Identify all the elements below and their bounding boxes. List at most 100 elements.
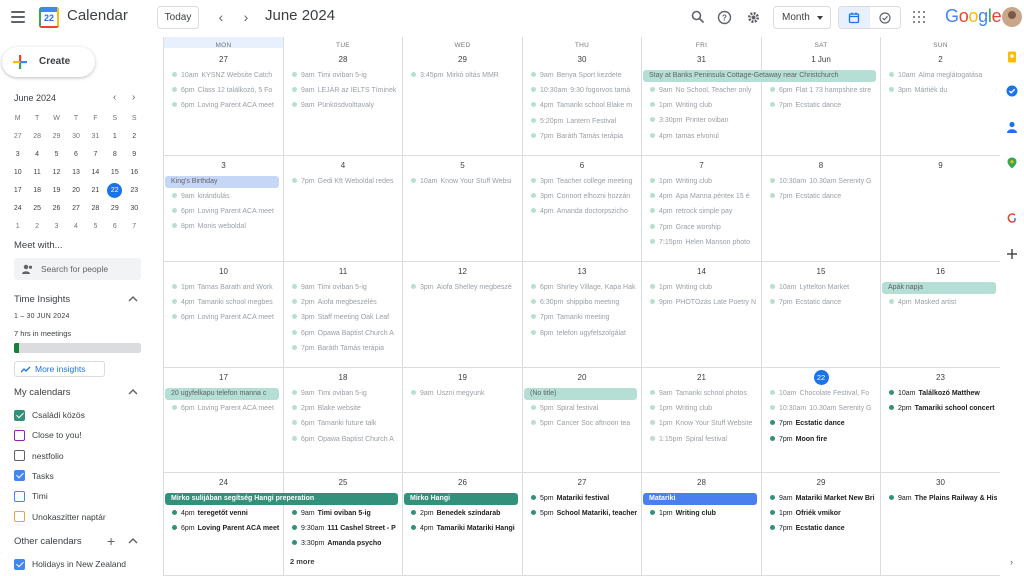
day-number[interactable]: 29 — [762, 478, 880, 487]
event-item[interactable]: 10am Know Your Stuff Websi — [411, 176, 519, 188]
event-item[interactable]: 2pm Benedek színdarab — [411, 508, 519, 520]
day-cell[interactable]: 12 3pm Aiofa Shelley megbeszé — [403, 262, 523, 367]
day-number[interactable]: 10 — [164, 267, 283, 276]
event-item[interactable]: 5:20pm Lantern Festival — [531, 116, 638, 128]
event-item[interactable]: 9am Timi oviban 5-ig — [292, 388, 399, 400]
all-day-event[interactable]: King's Birthday — [165, 176, 279, 188]
day-number[interactable]: 12 — [403, 267, 522, 276]
event-item[interactable]: 9am Tamariki school photos — [650, 388, 758, 400]
mini-day[interactable]: 10 — [8, 164, 27, 182]
mini-day[interactable]: 30 — [125, 200, 144, 218]
event-item[interactable]: 5pm Cancer Soc aftnoon tea — [531, 418, 638, 430]
checkbox-checked-icon[interactable] — [14, 409, 25, 421]
day-number[interactable]: 8 — [762, 161, 880, 170]
mini-day[interactable]: 29 — [47, 128, 66, 146]
event-item[interactable]: 1pm Tamas Barath and Work — [172, 282, 280, 294]
day-cell[interactable]: 4 7pm Gedi Kft Weboldal redes — [284, 156, 403, 261]
mini-day[interactable]: 7 — [125, 218, 144, 236]
calendar-item[interactable]: nestfolio — [14, 449, 64, 463]
event-item[interactable]: 1pm Writing club — [650, 100, 758, 112]
day-cell[interactable]: 25 9am Timi oviban 5-ig 9:30am 111 Cashel St… — [284, 473, 403, 575]
event-item[interactable]: 6pm Loving Parent ACA meet — [172, 312, 280, 324]
event-item[interactable]: 4pm teregetőt venni — [172, 508, 280, 520]
chevron-right-icon[interactable]: › — [1010, 557, 1013, 567]
mini-day[interactable]: 27 — [8, 128, 27, 146]
mini-day[interactable]: 5 — [86, 218, 105, 236]
event-item[interactable]: 8pm Monis weboldal — [172, 221, 280, 233]
event-item[interactable]: 9am Timi oviban 5-ig — [292, 508, 399, 520]
tasks-view-button[interactable] — [870, 7, 901, 28]
event-item[interactable]: 9am LEJÁR az IELTS Tíminek — [292, 85, 399, 97]
addon-icon[interactable] — [1006, 211, 1018, 223]
all-day-event[interactable]: 20 ugyfelkapu telefon manna c — [165, 388, 279, 400]
day-cell[interactable]: 5 10am Know Your Stuff Websi — [403, 156, 523, 261]
day-number[interactable]: 7 — [642, 161, 761, 170]
event-item[interactable]: 6pm Flat 1 73 hampshire stre — [770, 85, 877, 97]
event-item[interactable]: 6:30pm shippibo meeting — [531, 297, 638, 309]
event-item[interactable]: 7pm Ecstatic dance — [770, 100, 877, 112]
mini-day[interactable]: 27 — [66, 200, 85, 218]
checkbox-checked-icon[interactable] — [14, 558, 25, 570]
event-item[interactable]: 7pm Ecstatic dance — [770, 191, 877, 203]
checkbox-checked-icon[interactable] — [14, 470, 25, 482]
mini-day[interactable]: 4 — [66, 218, 85, 236]
event-item[interactable]: 3:30pm Printer oviban — [650, 115, 758, 127]
today-button[interactable]: Today — [157, 6, 199, 29]
keep-icon[interactable] — [1006, 50, 1018, 63]
calendar-item[interactable]: Unokaszitter naptár — [14, 510, 106, 524]
help-icon[interactable]: ? — [714, 7, 734, 27]
search-icon[interactable] — [688, 7, 708, 27]
event-item[interactable]: 4pm Masked artist — [889, 297, 997, 309]
mini-day[interactable]: 16 — [125, 164, 144, 182]
all-day-event[interactable]: Mirko sulijában segítség Hangi preperati… — [165, 493, 398, 505]
event-item[interactable]: 9am Pünkösdvolttavaly — [292, 100, 399, 112]
day-cell[interactable]: 15 10am Lyttelton Market 7pm Ecstatic dance — [762, 262, 881, 367]
event-item[interactable]: 4pm Tamariki Matariki Hangi — [411, 523, 519, 535]
event-item[interactable]: 10:30am 9:30 fogorvos tamá — [531, 85, 638, 97]
mini-day[interactable]: 5 — [47, 146, 66, 164]
event-item[interactable]: 3:45pm Mirkó oltás MMR — [411, 70, 519, 82]
mini-day[interactable]: 26 — [47, 200, 66, 218]
day-cell[interactable]: 8 10:30am 10.30am Serenity G 7pm Ecstatic da… — [762, 156, 881, 261]
mini-day[interactable]: 9 — [125, 146, 144, 164]
day-number[interactable]: 16 — [881, 267, 1000, 276]
day-cell[interactable]: 29 9am Matariki Market New Bri 1pm Ofriék vm… — [762, 473, 881, 575]
mini-day-today[interactable]: 22 — [105, 182, 124, 200]
event-item[interactable]: 7pm Baráth Tamás terápia — [531, 131, 638, 143]
event-item[interactable]: 6pm Loving Parent ACA meet — [172, 206, 280, 218]
event-item[interactable]: 1pm Writing club — [650, 282, 758, 294]
day-number[interactable]: 27 — [164, 55, 283, 64]
event-item[interactable]: 10:30am 10.30am Serenity G — [770, 403, 877, 415]
event-item[interactable]: 7pm Ecstatic dance — [770, 297, 877, 309]
mini-day[interactable]: 4 — [27, 146, 46, 164]
event-item[interactable]: 9am Matariki Market New Bri — [770, 493, 877, 505]
event-item[interactable]: 9am The Plains Railway & His — [889, 493, 997, 505]
mini-day[interactable]: 28 — [86, 200, 105, 218]
event-item[interactable]: 2pm Tamariki school concert — [889, 403, 997, 415]
event-item[interactable]: 10am Alma meglátogatása — [889, 70, 997, 82]
mini-prev-button[interactable]: ‹ — [113, 92, 116, 103]
chevron-up-icon[interactable] — [128, 294, 138, 304]
mini-day[interactable]: 20 — [66, 182, 85, 200]
prev-month-button[interactable]: ‹ — [212, 8, 230, 26]
apps-grid-icon[interactable] — [913, 11, 925, 23]
day-number-today[interactable]: 22 — [762, 370, 880, 385]
day-number[interactable]: 6 — [523, 161, 641, 170]
event-item[interactable]: 3pm Connort elhozni hozzán — [531, 191, 638, 203]
event-item[interactable]: 3pm Teacher college meeting — [531, 176, 638, 188]
mini-day[interactable]: 30 — [66, 128, 85, 146]
event-item[interactable]: 4pm Tamariki school megbes — [172, 297, 280, 309]
event-item[interactable]: 10:30am 10.30am Serenity G — [770, 176, 877, 188]
event-item[interactable]: 1pm Writing club — [650, 508, 758, 520]
day-number[interactable]: 1 Jun — [762, 55, 880, 64]
day-cell[interactable]: 6 3pm Teacher college meeting 3pm Connort el… — [523, 156, 642, 261]
event-item[interactable]: 1pm Writing club — [650, 403, 758, 415]
event-item[interactable]: 4pm Apa Manna pénteк 15 é — [650, 191, 758, 203]
mini-day[interactable]: 13 — [66, 164, 85, 182]
mini-next-button[interactable]: › — [132, 92, 135, 103]
all-day-event[interactable]: Mirko Hangi — [404, 493, 518, 505]
checkbox-icon[interactable] — [14, 511, 25, 522]
event-item[interactable]: 2pm Aiofa megbeszélés — [292, 297, 399, 309]
add-addon-icon[interactable] — [1006, 247, 1018, 259]
chevron-up-icon[interactable] — [128, 536, 138, 546]
